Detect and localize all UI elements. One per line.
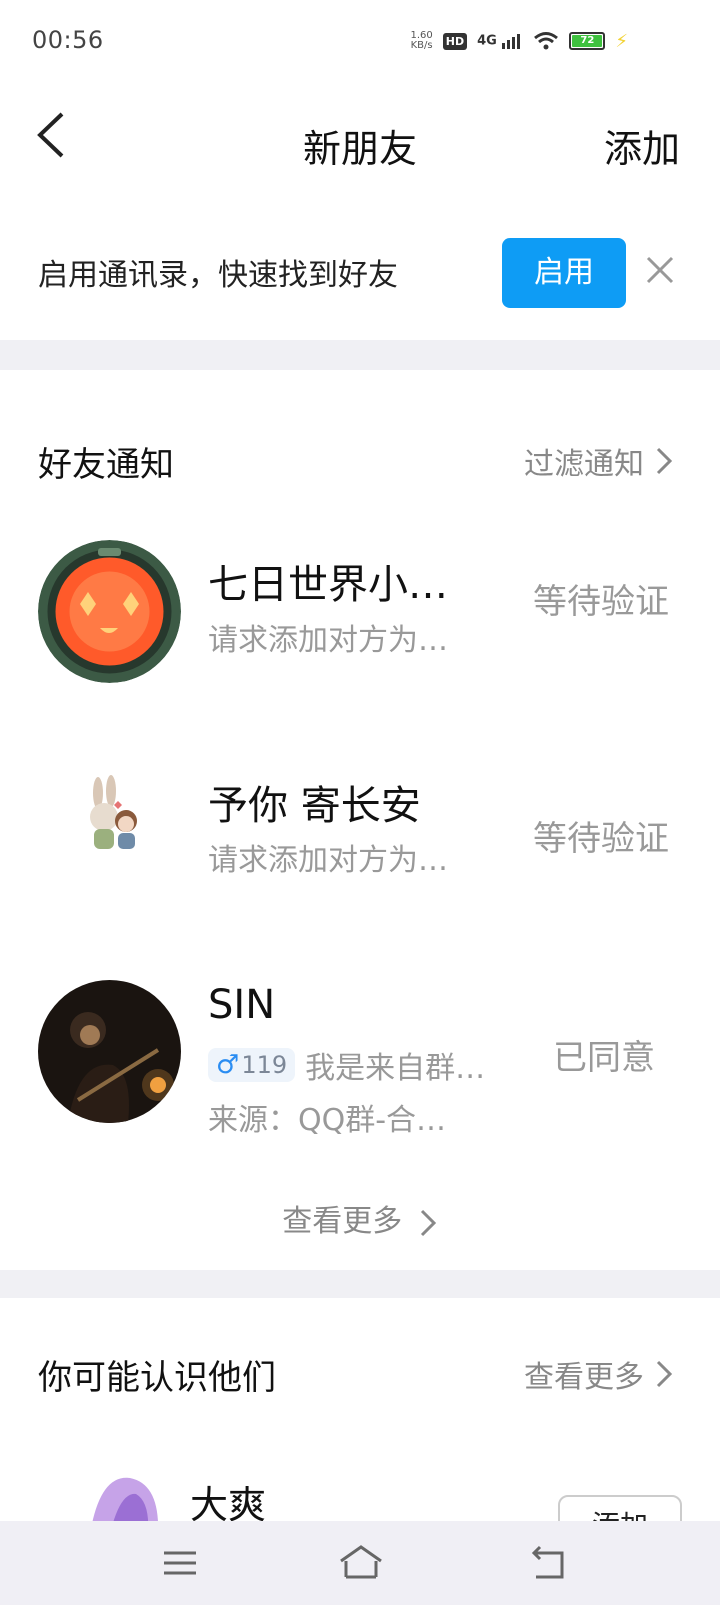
enable-contacts-button[interactable]: 启用 bbox=[502, 238, 626, 308]
request-text: 请求添加对方为… bbox=[208, 623, 448, 658]
list-item[interactable]: 七日世界小… 请求添加对方为… 等待验证 bbox=[0, 512, 720, 712]
contact-name: 予你 寄长安 bbox=[208, 783, 421, 829]
charging-icon: ⚡ bbox=[615, 30, 628, 52]
section-title: 好友通知 bbox=[38, 445, 174, 485]
request-message: 我是来自群… bbox=[305, 1051, 486, 1086]
contact-name: SIN bbox=[208, 982, 276, 1028]
close-icon[interactable] bbox=[642, 252, 678, 288]
chevron-right-icon bbox=[420, 1209, 436, 1236]
contact-name: 七日世界小… bbox=[208, 562, 448, 608]
hd-icon: HD bbox=[442, 32, 468, 50]
wifi-icon bbox=[534, 32, 559, 50]
suggestions-header: 你可能认识他们 查看更多 bbox=[0, 1308, 720, 1428]
section-title: 你可能认识他们 bbox=[38, 1358, 276, 1398]
request-text: 请求添加对方为… bbox=[208, 843, 448, 878]
status-bar: 00:56 1.60 KB/s HD 4G 72 ⚡ bbox=[0, 0, 720, 80]
signal-icon: 4G bbox=[477, 33, 523, 49]
avatar[interactable] bbox=[38, 755, 181, 898]
avatar[interactable] bbox=[38, 980, 181, 1123]
battery-icon: 72 bbox=[569, 32, 606, 50]
source-text: 来源：QQ群-合… bbox=[208, 1103, 447, 1138]
banner-text: 启用通讯录，快速找到好友 bbox=[38, 258, 398, 293]
section-divider bbox=[0, 340, 720, 370]
status-icons: 1.60 KB/s HD 4G 72 ⚡ bbox=[411, 26, 629, 56]
nav-bar: 新朋友 添加 bbox=[0, 80, 720, 190]
suggestion-item[interactable]: 大爽 添加 bbox=[0, 1450, 720, 1555]
status-badge: 已同意 bbox=[553, 1038, 655, 1078]
male-icon: ♂ bbox=[216, 1050, 240, 1080]
filter-notices-button[interactable]: 过滤通知 bbox=[524, 439, 674, 483]
chevron-right-icon bbox=[656, 447, 673, 475]
menu-icon[interactable] bbox=[160, 1543, 200, 1583]
add-friend-button[interactable]: 添加 bbox=[604, 118, 680, 173]
status-time: 00:56 bbox=[32, 26, 104, 54]
avatar[interactable] bbox=[38, 540, 181, 683]
back-nav-icon[interactable] bbox=[528, 1543, 568, 1583]
chevron-right-icon bbox=[656, 1360, 673, 1388]
section-divider bbox=[0, 1270, 720, 1298]
friend-notices-header: 好友通知 过滤通知 bbox=[0, 395, 720, 515]
system-nav-bar bbox=[0, 1521, 720, 1605]
contacts-banner: 启用通讯录，快速找到好友 启用 bbox=[0, 200, 720, 340]
status-badge: 等待验证 bbox=[533, 819, 669, 859]
back-icon[interactable] bbox=[28, 110, 78, 160]
list-item[interactable]: SIN ♂ 119 我是来自群… 来源：QQ群-合… 已同意 bbox=[0, 960, 720, 1140]
list-item[interactable]: 予你 寄长安 请求添加对方为… 等待验证 bbox=[0, 735, 720, 935]
status-badge: 等待验证 bbox=[533, 582, 669, 622]
net-speed: 1.60 KB/s bbox=[410, 30, 433, 51]
home-icon[interactable] bbox=[338, 1543, 384, 1583]
see-more-notices-button[interactable]: 查看更多 bbox=[0, 1196, 720, 1240]
contact-info: ♂ 119 我是来自群… bbox=[208, 1043, 485, 1087]
see-more-suggestions-button[interactable]: 查看更多 bbox=[524, 1352, 674, 1396]
gender-age-badge: ♂ 119 bbox=[208, 1048, 296, 1082]
